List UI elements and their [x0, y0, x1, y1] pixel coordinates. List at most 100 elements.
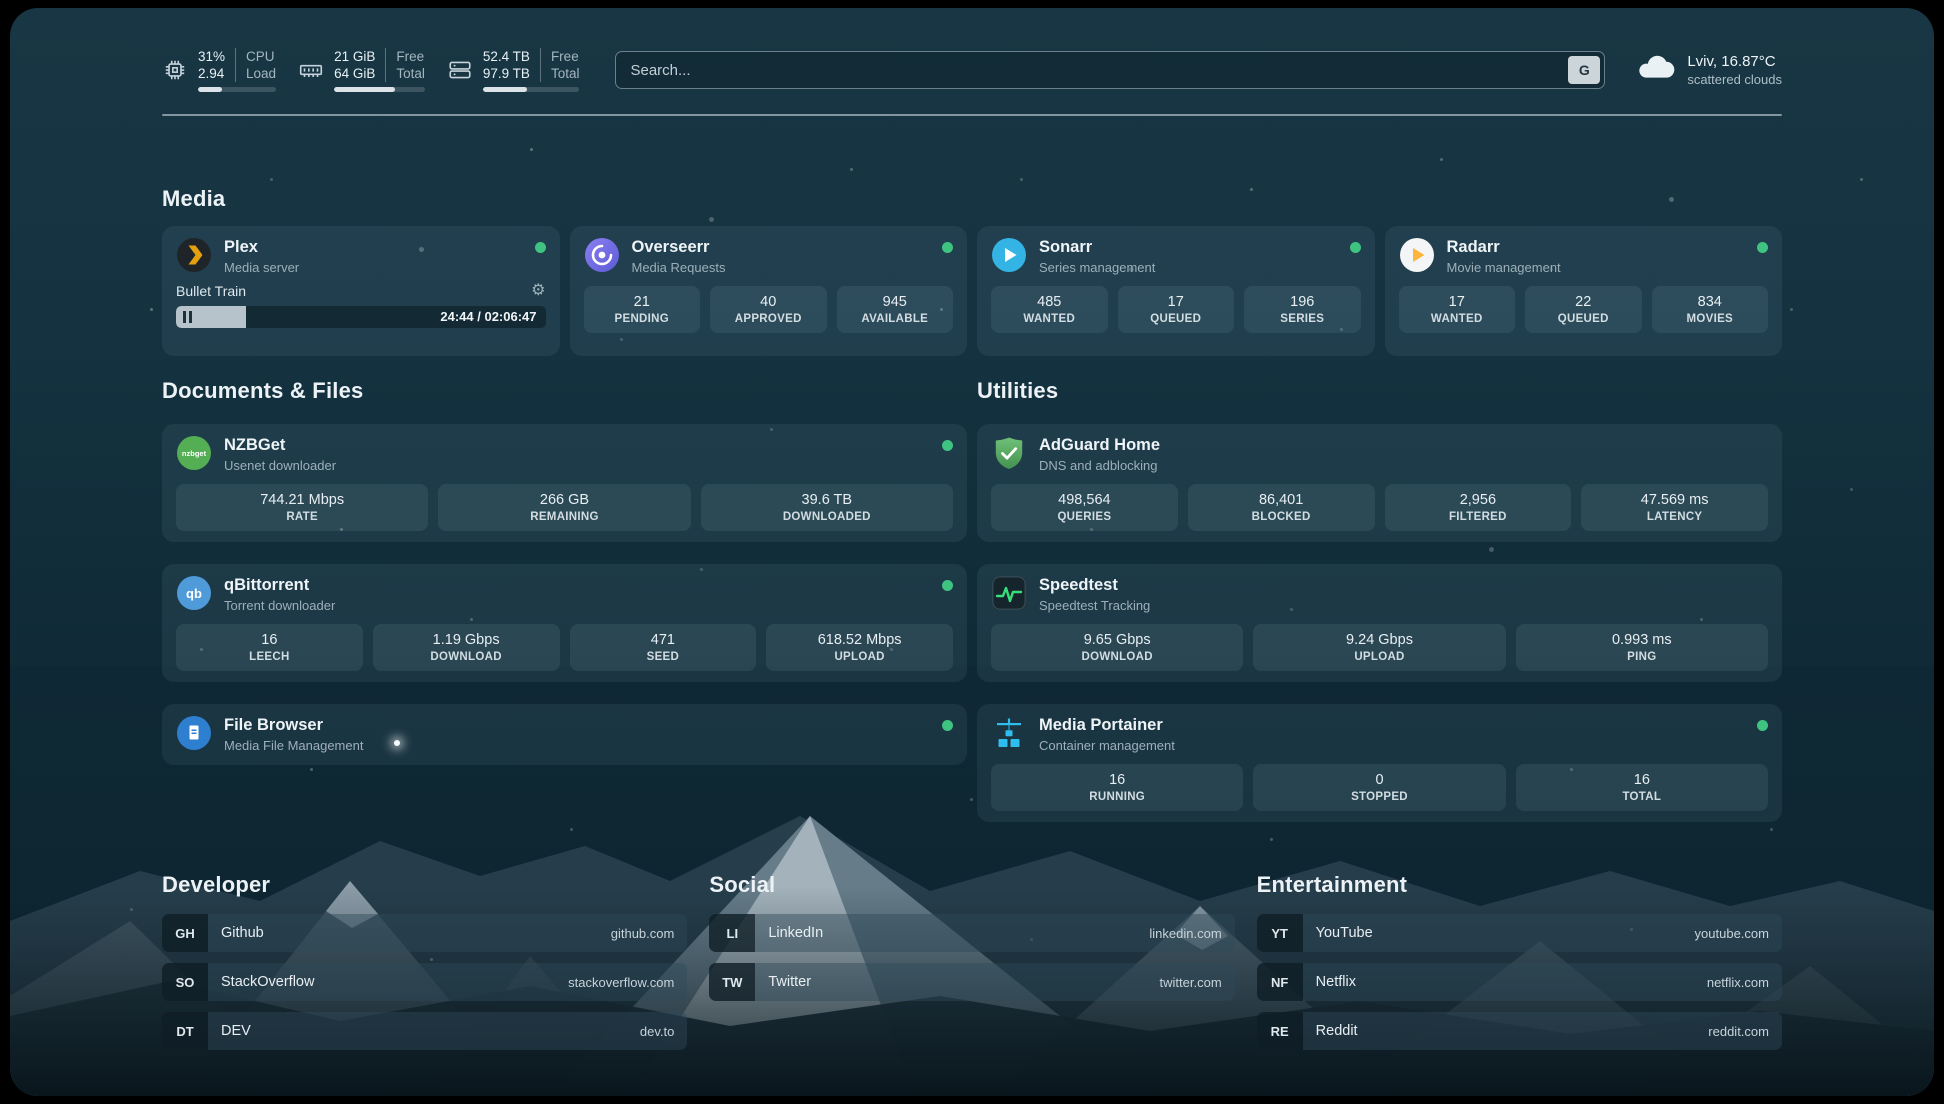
app-name: Sonarr [1039, 237, 1338, 258]
bookmark-dev[interactable]: DT DEV dev.to [162, 1012, 687, 1050]
app-subtitle: Torrent downloader [224, 598, 930, 614]
section-title-media: Media [162, 186, 1782, 212]
bookmark-github[interactable]: GH Github github.com [162, 914, 687, 952]
app-card-qbittorrent[interactable]: qb qBittorrent Torrent downloader 16 [162, 564, 967, 682]
top-bar: 31% 2.94 CPU Load [162, 8, 1782, 92]
stat-box: 0 STOPPED [1253, 764, 1505, 811]
memory-monitor: 21 GiB 64 GiB Free Total [298, 48, 425, 92]
app-name: Speedtest [1039, 575, 1768, 596]
stat-box: 21 PENDING [584, 286, 701, 333]
search-bar[interactable]: G [615, 51, 1605, 89]
section-title-utilities: Utilities [977, 378, 1782, 404]
app-name: File Browser [224, 715, 930, 736]
reddit-icon: RE [1257, 1012, 1303, 1050]
stat-box: 266 GB REMAINING [438, 484, 690, 531]
app-subtitle: Media File Management [224, 738, 930, 754]
bookmark-stackoverflow[interactable]: SO StackOverflow stackoverflow.com [162, 963, 687, 1001]
storage-progress-track [483, 87, 580, 92]
app-card-speedtest[interactable]: Speedtest Speedtest Tracking 9.65 Gbps D… [977, 564, 1782, 682]
cpu-icon [162, 57, 188, 83]
app-card-overseerr[interactable]: Overseerr Media Requests 21 PENDING 40 A… [570, 226, 968, 356]
search-input[interactable] [630, 62, 1568, 79]
gear-icon[interactable]: ⚙ [531, 283, 545, 299]
app-card-adguard[interactable]: AdGuard Home DNS and adblocking 498,564 … [977, 424, 1782, 542]
app-card-sonarr[interactable]: Sonarr Series management 485 WANTED 17 Q… [977, 226, 1375, 356]
stat-box: 86,401 BLOCKED [1188, 484, 1375, 531]
cpu-label: CPU [246, 48, 276, 65]
app-name: Plex [224, 237, 523, 258]
stat-box: 9.65 Gbps DOWNLOAD [991, 624, 1243, 671]
netflix-icon: NF [1257, 963, 1303, 1001]
stat-box: 16 RUNNING [991, 764, 1243, 811]
playback-time: 24:44 / 02:06:47 [440, 309, 536, 324]
playback-seek-bar[interactable]: 24:44 / 02:06:47 [176, 306, 546, 328]
bookmark-linkedin[interactable]: LI LinkedIn linkedin.com [709, 914, 1234, 952]
status-dot [535, 242, 546, 253]
storage-total-label: Total [551, 65, 580, 82]
adguard-icon [991, 435, 1027, 471]
cpu-usage-percent: 31% [198, 48, 225, 65]
nzbget-icon: nzbget [176, 435, 212, 471]
status-dot [1757, 242, 1768, 253]
filebrowser-icon [176, 715, 212, 751]
section-developer: Developer GH Github github.com SO StackO… [162, 872, 687, 1050]
qbittorrent-icon: qb [176, 575, 212, 611]
now-playing-title: Bullet Train [176, 283, 246, 299]
stat-box: 47.569 ms LATENCY [1581, 484, 1768, 531]
dashboard-window: 31% 2.94 CPU Load [10, 8, 1934, 1096]
app-subtitle: Container management [1039, 738, 1745, 754]
stat-box: 834 MOVIES [1652, 286, 1769, 333]
app-subtitle: Movie management [1447, 260, 1746, 276]
status-dot [942, 440, 953, 451]
storage-free-label: Free [551, 48, 580, 65]
app-name: NZBGet [224, 435, 930, 456]
app-name: Media Portainer [1039, 715, 1745, 736]
stat-box: 744.21 Mbps RATE [176, 484, 428, 531]
cpu-load-label: Load [246, 65, 276, 82]
app-card-nzbget[interactable]: nzbget NZBGet Usenet downloader 744.21 M… [162, 424, 967, 542]
bookmark-netflix[interactable]: NF Netflix netflix.com [1257, 963, 1782, 1001]
stat-box: 17 QUEUED [1118, 286, 1235, 333]
section-media: Media Plex Media server Bullet [162, 186, 1782, 356]
status-dot [942, 720, 953, 731]
media-card-grid: Plex Media server Bullet Train ⚙ 24:44 /… [162, 226, 1782, 356]
app-name: AdGuard Home [1039, 435, 1768, 456]
speedtest-icon [991, 575, 1027, 611]
bookmark-youtube[interactable]: YT YouTube youtube.com [1257, 914, 1782, 952]
section-entertainment: Entertainment YT YouTube youtube.com NF … [1257, 872, 1782, 1050]
bookmark-reddit[interactable]: RE Reddit reddit.com [1257, 1012, 1782, 1050]
stat-box: 618.52 Mbps UPLOAD [766, 624, 953, 671]
app-name: Radarr [1447, 237, 1746, 258]
section-title-developer: Developer [162, 872, 687, 898]
stat-box: 22 QUEUED [1525, 286, 1642, 333]
youtube-icon: YT [1257, 914, 1303, 952]
weather-widget: Lviv, 16.87°C scattered clouds [1635, 52, 1782, 88]
status-dot [1757, 720, 1768, 731]
section-title-social: Social [709, 872, 1234, 898]
app-card-radarr[interactable]: Radarr Movie management 17 WANTED 22 QUE… [1385, 226, 1783, 356]
app-card-plex[interactable]: Plex Media server Bullet Train ⚙ 24:44 /… [162, 226, 560, 356]
overseerr-icon [584, 237, 620, 273]
app-card-filebrowser[interactable]: File Browser Media File Management [162, 704, 967, 765]
svg-text:qb: qb [186, 586, 202, 601]
stat-box: 17 WANTED [1399, 286, 1516, 333]
twitter-icon: TW [709, 963, 755, 1001]
storage-free-value: 52.4 TB [483, 48, 530, 65]
status-dot [942, 242, 953, 253]
bookmark-twitter[interactable]: TW Twitter twitter.com [709, 963, 1234, 1001]
stat-box: 498,564 QUERIES [991, 484, 1178, 531]
stat-box: 9.24 Gbps UPLOAD [1253, 624, 1505, 671]
cloud-icon [1635, 53, 1677, 88]
app-subtitle: Usenet downloader [224, 458, 930, 474]
cpu-progress-fill [198, 87, 222, 92]
radarr-icon [1399, 237, 1435, 273]
weather-location: Lviv, 16.87°C [1687, 52, 1782, 71]
app-card-portainer[interactable]: Media Portainer Container management 16 … [977, 704, 1782, 822]
portainer-icon [991, 715, 1027, 751]
memory-progress-track [334, 87, 425, 92]
cpu-load-value: 2.94 [198, 65, 225, 82]
status-dot [1350, 242, 1361, 253]
pause-icon[interactable] [183, 311, 192, 323]
header-divider [162, 114, 1782, 116]
plex-icon [176, 237, 212, 273]
